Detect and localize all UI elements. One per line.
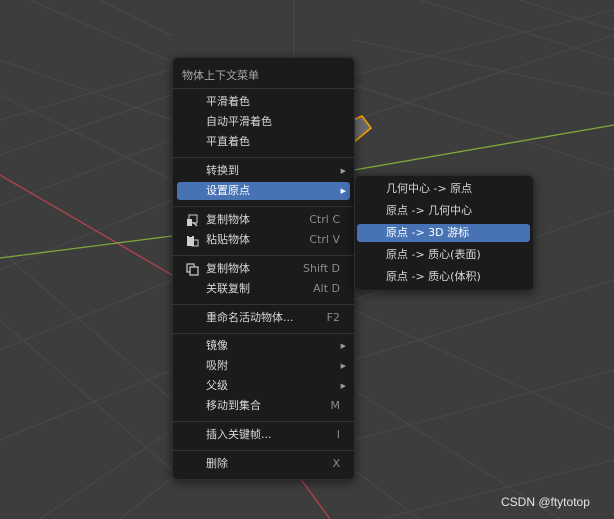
shortcut-label: F2 — [326, 311, 340, 324]
selected-cube[interactable] — [352, 115, 373, 145]
set-origin-submenu: 几何中心 -> 原点 原点 -> 几何中心 原点 -> 3D 游标 原点 -> … — [354, 175, 534, 291]
menu-item-paste-objects[interactable]: 粘贴物体 Ctrl V — [177, 231, 350, 249]
menu-item-label: 关联复制 — [206, 282, 250, 295]
submenu-item-origin-to-center-of-mass-surface[interactable]: 原点 -> 质心(表面) — [357, 246, 530, 264]
menu-item-label: 吸附 — [206, 359, 228, 372]
menu-item-copy-objects[interactable]: 复制物体 Ctrl C — [177, 211, 350, 229]
menu-item-label: 粘贴物体 — [206, 233, 250, 246]
menu-item-label: 父级 — [206, 379, 228, 392]
duplicate-icon — [186, 263, 199, 276]
menu-item-move-to-collection[interactable]: 移动到集合 M — [177, 397, 350, 415]
shortcut-label: X — [332, 457, 340, 470]
menu-item-label: 原点 -> 几何中心 — [386, 204, 473, 217]
separator — [173, 450, 354, 451]
separator — [173, 157, 354, 158]
menu-item-label: 插入关键帧... — [206, 428, 272, 441]
separator — [173, 333, 354, 334]
menu-item-insert-keyframe[interactable]: 插入关键帧... I — [177, 426, 350, 444]
paste-icon — [187, 235, 199, 247]
menu-item-label: 重命名活动物体... — [206, 311, 294, 324]
copy-icon — [187, 214, 198, 227]
menu-item-label: 原点 -> 3D 游标 — [386, 226, 470, 239]
submenu-arrow-icon: ▶ — [340, 342, 346, 350]
menu-item-label: 转换到 — [206, 164, 239, 177]
menu-item-label: 移动到集合 — [206, 399, 261, 412]
menu-item-label: 原点 -> 质心(表面) — [386, 248, 481, 261]
object-context-menu: 物体上下文菜单 平滑着色 自动平滑着色 平直着色 转换到 ▶ 设置原点 ▶ 复制… — [172, 57, 355, 480]
menu-item-label: 设置原点 — [206, 184, 250, 197]
menu-item-duplicate-linked[interactable]: 关联复制 Alt D — [177, 280, 350, 298]
menu-item-rename-active-object[interactable]: 重命名活动物体... F2 — [177, 309, 350, 327]
menu-item-parent[interactable]: 父级 ▶ — [177, 377, 350, 395]
shortcut-label: Alt D — [313, 282, 340, 295]
separator — [173, 206, 354, 207]
menu-item-label: 自动平滑着色 — [206, 115, 272, 128]
menu-item-label: 原点 -> 质心(体积) — [386, 270, 481, 283]
submenu-item-origin-to-3d-cursor[interactable]: 原点 -> 3D 游标 — [357, 224, 530, 242]
submenu-arrow-icon: ▶ — [340, 187, 346, 195]
submenu-item-origin-to-geometry[interactable]: 原点 -> 几何中心 — [357, 202, 530, 220]
menu-item-label: 复制物体 — [206, 262, 250, 275]
shortcut-label: I — [336, 428, 340, 441]
shortcut-label: Shift D — [303, 262, 340, 275]
separator — [173, 255, 354, 256]
menu-item-mirror[interactable]: 镜像 ▶ — [177, 337, 350, 355]
menu-item-shade-flat[interactable]: 平直着色 — [177, 133, 350, 151]
menu-item-label: 删除 — [206, 457, 228, 470]
menu-item-shade-smooth[interactable]: 平滑着色 — [177, 93, 350, 111]
shortcut-label: M — [330, 399, 341, 412]
separator — [173, 421, 354, 422]
watermark: CSDN @ftytotop — [501, 495, 590, 509]
menu-item-snap[interactable]: 吸附 ▶ — [177, 357, 350, 375]
menu-item-convert-to[interactable]: 转换到 ▶ — [177, 162, 350, 180]
menu-item-set-origin[interactable]: 设置原点 ▶ — [177, 182, 350, 200]
submenu-arrow-icon: ▶ — [340, 362, 346, 370]
submenu-item-geometry-to-origin[interactable]: 几何中心 -> 原点 — [357, 180, 530, 198]
separator — [173, 304, 354, 305]
menu-title: 物体上下文菜单 — [182, 69, 259, 82]
menu-item-delete[interactable]: 删除 X — [177, 455, 350, 473]
menu-item-label: 平直着色 — [206, 135, 250, 148]
shortcut-label: Ctrl C — [309, 213, 340, 226]
menu-item-duplicate-objects[interactable]: 复制物体 Shift D — [177, 260, 350, 278]
submenu-item-origin-to-center-of-mass-volume[interactable]: 原点 -> 质心(体积) — [357, 268, 530, 286]
submenu-arrow-icon: ▶ — [340, 167, 346, 175]
menu-item-label: 镜像 — [206, 339, 228, 352]
menu-item-shade-auto-smooth[interactable]: 自动平滑着色 — [177, 113, 350, 131]
menu-item-label: 几何中心 -> 原点 — [386, 182, 473, 195]
submenu-arrow-icon: ▶ — [340, 382, 346, 390]
menu-item-label: 平滑着色 — [206, 95, 250, 108]
shortcut-label: Ctrl V — [309, 233, 340, 246]
separator — [173, 88, 354, 89]
menu-item-label: 复制物体 — [206, 213, 250, 226]
